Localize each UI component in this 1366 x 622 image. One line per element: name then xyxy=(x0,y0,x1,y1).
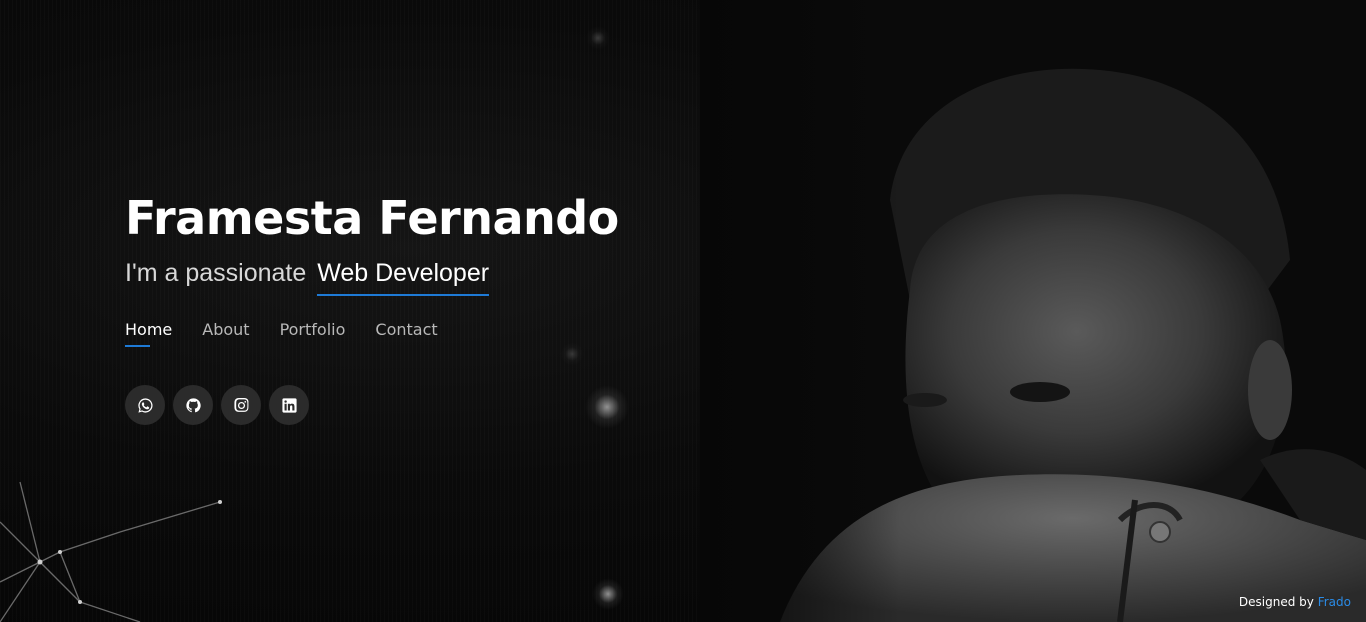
linkedin-link[interactable] xyxy=(269,385,309,425)
network-graphic xyxy=(0,481,222,622)
profile-photo xyxy=(700,0,1366,622)
nav-portfolio[interactable]: Portfolio xyxy=(280,320,346,347)
linkedin-icon xyxy=(281,397,297,413)
instagram-link[interactable] xyxy=(221,385,261,425)
main-nav: Home About Portfolio Contact xyxy=(125,320,619,347)
github-icon xyxy=(185,397,201,412)
whatsapp-link[interactable] xyxy=(125,385,165,425)
nav-about[interactable]: About xyxy=(202,320,249,347)
github-link[interactable] xyxy=(173,385,213,425)
hero-content: Framesta Fernando I'm a passionate Web D… xyxy=(125,190,619,425)
tagline-role: Web Developer xyxy=(317,258,490,296)
nav-home[interactable]: Home xyxy=(125,320,172,347)
instagram-icon xyxy=(233,397,249,412)
hero-tagline: I'm a passionate Web Developer xyxy=(125,258,619,296)
credit-author-link[interactable]: Frado xyxy=(1318,595,1351,609)
hero-name: Framesta Fernando xyxy=(125,191,619,245)
credit-prefix: Designed by xyxy=(1238,595,1314,609)
nav-contact[interactable]: Contact xyxy=(375,320,437,347)
whatsapp-icon xyxy=(137,397,153,413)
footer-credit: Designed by Frado xyxy=(1239,595,1351,609)
social-links xyxy=(125,385,619,425)
bokeh-light xyxy=(586,26,610,50)
hero-section: Framesta Fernando I'm a passionate Web D… xyxy=(0,0,1366,622)
tagline-prefix: I'm a passionate xyxy=(125,259,307,287)
bokeh-light xyxy=(592,578,624,610)
